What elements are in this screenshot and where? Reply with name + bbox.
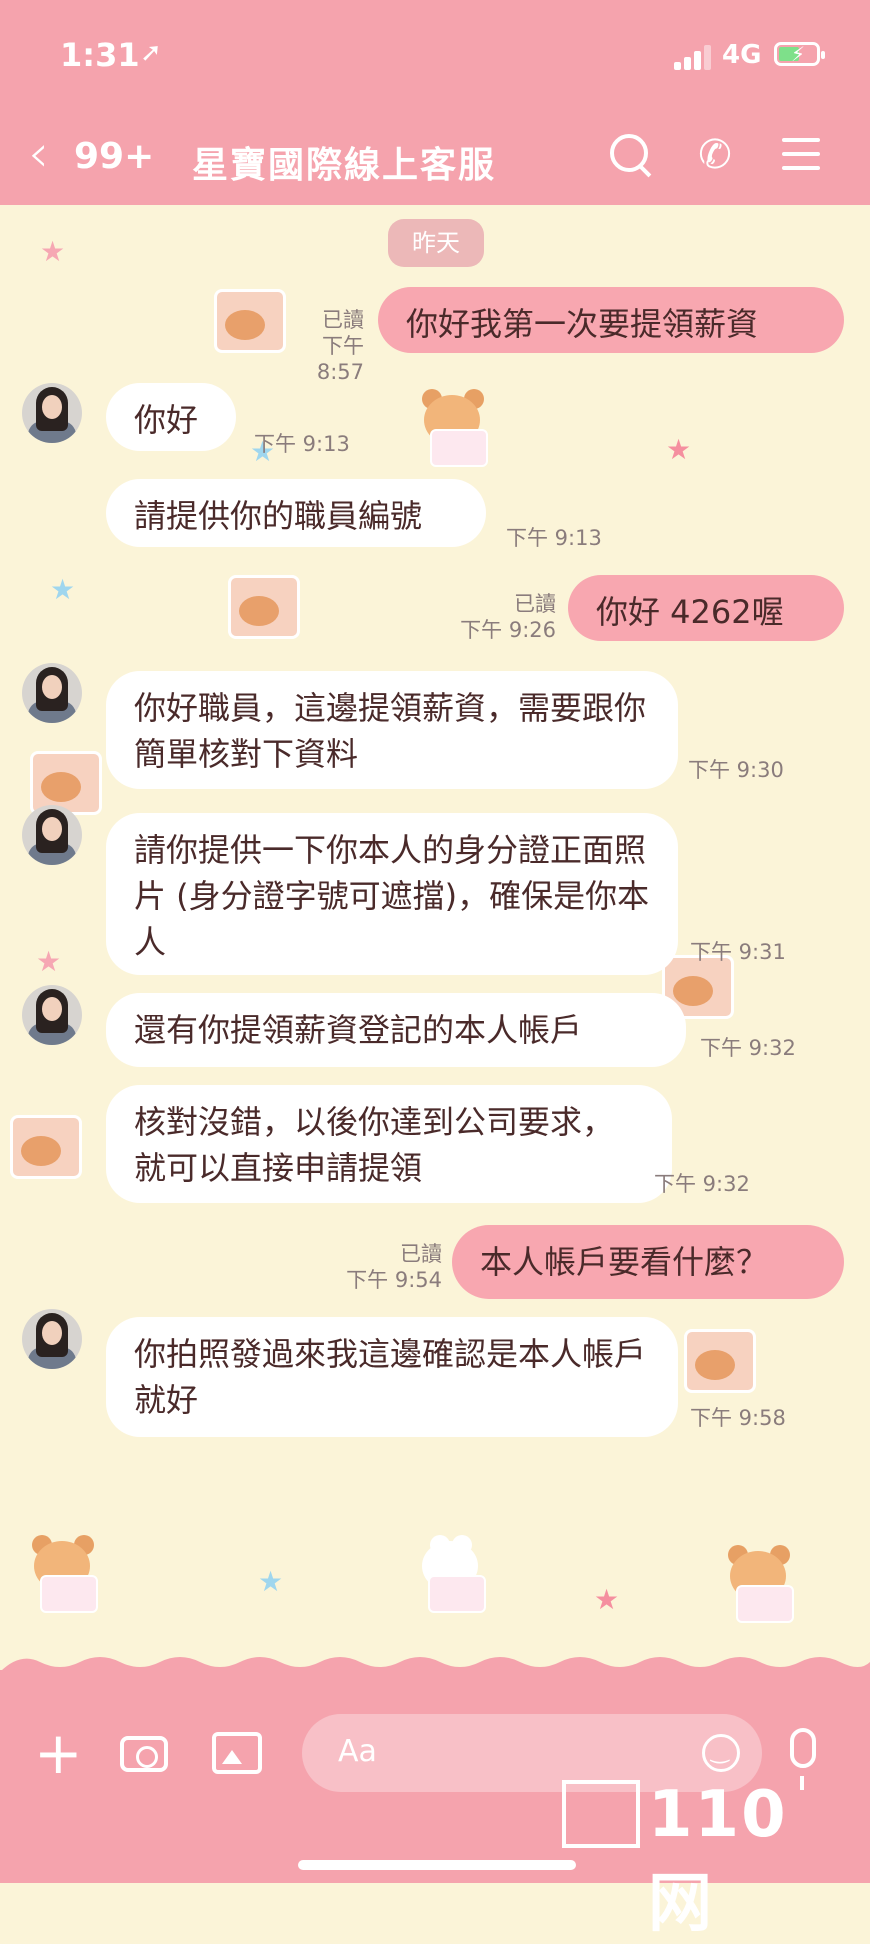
location-icon: ➚	[140, 38, 162, 68]
read-receipt: 已讀	[400, 1242, 442, 1266]
signal-icon	[674, 44, 714, 70]
message-time: 下午 9:26	[460, 618, 556, 642]
message-bubble-received[interactable]: 你好職員，這邊提領薪資，需要跟你簡單核對下資料	[106, 671, 678, 789]
avatar[interactable]	[22, 985, 82, 1045]
message-meta: 已讀 下午 8:57	[290, 307, 364, 385]
star-icon: ★	[594, 1583, 620, 1616]
camera-icon[interactable]	[120, 1736, 168, 1772]
avatar[interactable]	[22, 383, 82, 443]
search-icon[interactable]	[606, 130, 656, 180]
avatar[interactable]	[22, 663, 82, 723]
sticker-decoration	[228, 575, 300, 639]
star-icon: ★	[666, 433, 692, 466]
unread-count[interactable]: 99+	[74, 136, 154, 177]
message-bubble-received[interactable]: 你好	[106, 383, 236, 451]
avatar[interactable]	[22, 805, 82, 865]
menu-icon[interactable]	[778, 130, 828, 180]
date-separator: 昨天	[388, 219, 484, 267]
message-time: 下午 9:31	[690, 940, 786, 964]
phone-icon[interactable]: ✆	[690, 130, 740, 180]
avatar[interactable]	[22, 1309, 82, 1369]
watermark-text: 110网	[648, 1778, 788, 1941]
read-receipt: 已讀	[322, 308, 364, 332]
message-time: 下午 9:58	[690, 1406, 786, 1430]
star-icon: ★	[40, 235, 66, 268]
message-bubble-received[interactable]: 請你提供一下你本人的身分證正面照片 (身分證字號可遮擋)，確保是你本人	[106, 813, 678, 975]
star-icon: ★	[258, 1565, 284, 1598]
watermark: 110网	[562, 1774, 852, 1941]
message-bubble-received[interactable]: 你拍照發過來我這邊確認是本人帳戶就好	[106, 1317, 678, 1437]
network-type: 4G	[722, 40, 762, 70]
message-meta: 已讀 下午 9:26	[440, 591, 556, 643]
star-icon: ★	[36, 945, 62, 978]
message-input-bar: + Aa 110网	[0, 1657, 870, 1941]
chat-area[interactable]: ★ ★ ★ ★ ★ ★ ★ 昨天 你好我第一次要提領薪資 已讀 下午 8:57 …	[0, 205, 870, 1670]
watermark-logo	[562, 1780, 640, 1848]
message-bubble-received[interactable]: 核對沒錯，以後你達到公司要求，就可以直接申請提領	[106, 1085, 672, 1203]
sticker-decoration	[214, 289, 286, 353]
message-time: 下午 9:32	[654, 1172, 750, 1196]
message-bubble-sent[interactable]: 你好 4262喔	[568, 575, 844, 641]
message-bubble-sent[interactable]: 本人帳戶要看什麼？	[452, 1225, 844, 1299]
bunny-sticker	[412, 1535, 492, 1613]
wave-divider	[0, 1657, 870, 1672]
status-bar: 1:31 ➚ 4G ⚡	[0, 0, 870, 110]
message-time: 下午 9:13	[506, 526, 602, 550]
emoji-icon[interactable]	[702, 1734, 740, 1772]
message-time: 下午 9:32	[700, 1036, 796, 1060]
message-time: 下午 9:13	[254, 432, 350, 456]
sticker-decoration	[10, 1115, 82, 1179]
message-time: 下午 9:54	[346, 1268, 442, 1292]
bear-sticker	[24, 1535, 104, 1613]
input-placeholder: Aa	[338, 1734, 377, 1769]
sticker-decoration	[30, 751, 102, 815]
message-time: 下午 9:30	[688, 758, 784, 782]
message-time: 下午 8:57	[316, 334, 364, 384]
clock: 1:31	[60, 36, 140, 74]
bear-sticker	[720, 1545, 800, 1623]
microphone-icon[interactable]	[790, 1728, 816, 1790]
bear-sticker	[414, 389, 494, 467]
home-indicator	[298, 1860, 576, 1870]
chat-title: 星寶國際線上客服	[192, 145, 497, 186]
battery-icon: ⚡	[774, 42, 825, 66]
message-meta: 已讀 下午 9:54	[330, 1241, 442, 1293]
read-receipt: 已讀	[514, 592, 556, 616]
plus-icon[interactable]: +	[34, 1724, 83, 1782]
back-icon[interactable]: ‹	[28, 124, 49, 184]
message-bubble-sent[interactable]: 你好我第一次要提領薪資	[378, 287, 844, 353]
chat-header: ‹ 99+ 星寶國際線上客服 ✆	[0, 110, 870, 205]
star-icon: ★	[50, 573, 76, 606]
charging-icon: ⚡	[791, 42, 806, 66]
sticker-decoration	[684, 1329, 756, 1393]
message-bubble-received[interactable]: 請提供你的職員編號	[106, 479, 486, 547]
image-icon[interactable]	[212, 1732, 262, 1774]
message-bubble-received[interactable]: 還有你提領薪資登記的本人帳戶	[106, 993, 686, 1067]
